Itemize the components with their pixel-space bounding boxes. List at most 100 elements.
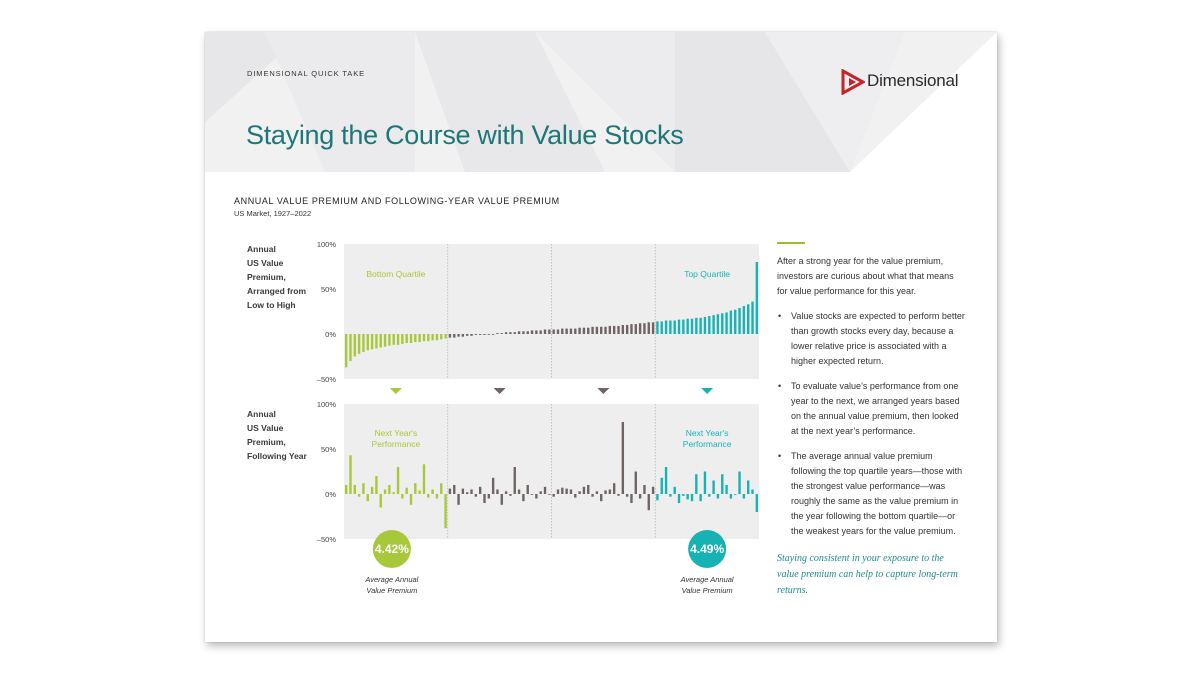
bar xyxy=(625,494,629,497)
bar xyxy=(686,318,689,334)
bar xyxy=(625,325,629,334)
bar xyxy=(651,322,655,334)
bar xyxy=(747,304,750,334)
bar xyxy=(522,331,525,334)
chart-title: ANNUAL VALUE PREMIUM AND FOLLOWING-YEAR … xyxy=(234,196,560,206)
bar xyxy=(414,334,417,343)
bar xyxy=(630,494,633,503)
bar xyxy=(517,489,521,494)
bar xyxy=(422,464,426,494)
bar xyxy=(470,334,473,336)
bar xyxy=(617,494,620,496)
bar xyxy=(574,328,577,334)
y-tick-label: 0% xyxy=(325,490,336,499)
bar xyxy=(673,486,676,494)
bar xyxy=(483,494,486,503)
bar xyxy=(574,494,577,498)
bar xyxy=(478,334,482,335)
bar xyxy=(621,325,625,334)
bar xyxy=(716,494,720,499)
bar xyxy=(491,477,495,494)
average-note-bottom-quartile: Average Annual Value Premium xyxy=(365,575,419,595)
bar xyxy=(682,319,685,334)
quartile-annotation: Bottom Quartile xyxy=(366,269,425,279)
bar xyxy=(366,334,369,351)
bar xyxy=(530,330,534,334)
bar xyxy=(556,329,560,334)
bar xyxy=(414,483,417,494)
dimensional-logo: Dimensional xyxy=(841,68,961,96)
bar xyxy=(647,322,650,334)
bar xyxy=(656,494,659,501)
bar xyxy=(517,331,521,334)
bar xyxy=(587,327,590,334)
bar xyxy=(664,467,668,494)
bar xyxy=(513,467,516,494)
bar xyxy=(405,334,408,343)
bar xyxy=(383,334,387,347)
bar xyxy=(669,494,672,497)
bar xyxy=(673,320,676,334)
bar xyxy=(617,325,620,334)
bar xyxy=(535,330,538,334)
bar xyxy=(470,489,473,494)
y-tick-label: 100% xyxy=(317,400,337,409)
bar xyxy=(483,334,486,335)
bottom-panel-ylabel: Annual US Value Premium, Following Year xyxy=(247,409,307,461)
bullet-item: • Value stocks are expected to perform be… xyxy=(777,309,967,369)
bar xyxy=(444,494,447,529)
bar xyxy=(396,334,400,345)
bar xyxy=(383,489,387,494)
bar xyxy=(461,488,465,494)
bar xyxy=(435,334,439,341)
bar xyxy=(401,334,404,344)
bar xyxy=(552,494,555,497)
bar xyxy=(344,334,348,368)
bar xyxy=(522,494,525,502)
quartile-annotation: Next Year's Performance xyxy=(372,428,421,449)
bar xyxy=(379,494,382,508)
quartile-annotation: Next Year's Performance xyxy=(683,428,732,449)
bar xyxy=(725,312,728,334)
bar xyxy=(621,422,625,494)
bar xyxy=(708,494,711,497)
bar xyxy=(427,334,430,342)
bar xyxy=(509,332,512,334)
bar xyxy=(721,313,724,334)
bar xyxy=(362,334,365,352)
closing-statement: Staying consistent in your exposure to t… xyxy=(777,553,958,596)
bar xyxy=(474,494,478,497)
bar xyxy=(608,489,612,494)
bar xyxy=(461,334,465,337)
bar xyxy=(418,334,421,343)
bar xyxy=(375,476,378,494)
bar xyxy=(448,488,452,494)
bar xyxy=(349,455,352,494)
bar xyxy=(712,480,715,494)
bar xyxy=(600,326,603,334)
page-title: Staying the Course with Value Stocks xyxy=(246,120,684,150)
bar xyxy=(660,477,663,494)
bar xyxy=(591,326,594,334)
bar xyxy=(742,494,746,499)
bar xyxy=(582,327,586,334)
bar xyxy=(526,331,529,334)
top-panel-ylabel: Annual US Value Premium, Arranged from L… xyxy=(247,244,307,310)
bar xyxy=(587,485,590,494)
average-note-top-quartile: Average Annual Value Premium xyxy=(680,575,734,595)
bar xyxy=(612,325,616,334)
bar xyxy=(474,334,478,335)
bar xyxy=(703,471,707,494)
bar xyxy=(751,489,754,494)
bar xyxy=(392,492,395,494)
accent-rule xyxy=(777,242,805,244)
bar xyxy=(405,487,408,494)
y-tick-label: –50% xyxy=(317,535,337,544)
bar xyxy=(388,334,391,346)
bar xyxy=(535,494,538,499)
bar xyxy=(379,334,382,348)
bar xyxy=(721,474,724,494)
bar xyxy=(734,494,737,495)
bar xyxy=(362,483,365,494)
commentary-intro: After a strong year for the value premiu… xyxy=(777,256,954,296)
